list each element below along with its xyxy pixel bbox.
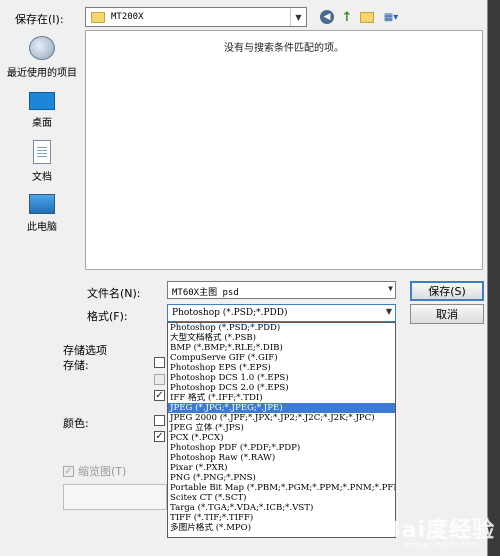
up-folder-button[interactable]: ↑ — [338, 9, 356, 25]
folder-icon — [91, 11, 105, 23]
thumbnail-label: 缩览图(T) — [78, 465, 127, 478]
format-option[interactable]: Photoshop (*.PSD;*.PDD) — [168, 323, 395, 333]
format-option[interactable]: JPEG (*.JPG;*.JPEG;*.JPE) — [168, 403, 395, 413]
desktop-icon — [29, 92, 55, 110]
place-label: 最近使用的项目 — [7, 68, 77, 79]
format-dropdown-list[interactable]: Photoshop (*.PSD;*.PDD) 大型文档格式 (*.PSB) BMP… — [167, 322, 396, 538]
format-option[interactable]: Targa (*.TGA;*.VDA;*.ICB;*.VST) — [168, 503, 395, 513]
format-option[interactable]: Photoshop EPS (*.EPS) — [168, 363, 395, 373]
format-value: Photoshop (*.PSD;*.PDD) — [172, 308, 288, 318]
chevron-down-icon[interactable]: ▼ — [386, 307, 392, 316]
format-option[interactable]: 大型文档格式 (*.PSB) — [168, 333, 395, 343]
place-desktop[interactable]: 桌面 — [2, 92, 82, 129]
places-bar: 最近使用的项目 桌面 文档 此电脑 — [2, 30, 82, 270]
view-menu-button[interactable]: ▦▾ — [378, 9, 404, 25]
place-this-pc[interactable]: 此电脑 — [2, 194, 82, 233]
format-option[interactable]: PNG (*.PNG;*.PNS) — [168, 473, 395, 483]
documents-icon — [33, 140, 51, 164]
format-option[interactable]: TIFF (*.TIF;*.TIFF) — [168, 513, 395, 523]
format-option[interactable]: Pixar (*.PXR) — [168, 463, 395, 473]
save-label: 存储: — [63, 359, 89, 372]
recent-items-icon — [29, 36, 55, 60]
file-list[interactable]: 没有与搜索条件匹配的项。 — [85, 30, 483, 270]
thumbnail-checkbox[interactable]: ✓ — [63, 465, 74, 477]
format-option[interactable]: Photoshop Raw (*.RAW) — [168, 453, 395, 463]
filename-input[interactable]: MT60X主图 psd ▼ — [167, 281, 396, 299]
watermark-url: jingyan.baidu.com — [404, 540, 478, 549]
chevron-down-icon[interactable]: ▼ — [388, 284, 393, 293]
save-in-label: 保存在(I): — [15, 13, 64, 26]
format-option[interactable]: JPEG 立体 (*.JPS) — [168, 423, 395, 433]
chevron-down-icon[interactable]: ▼ — [290, 8, 306, 26]
format-option[interactable]: Portable Bit Map (*.PBM;*.PGM;*.PPM;*.PN… — [168, 483, 395, 493]
place-label: 文档 — [32, 172, 52, 183]
save-option-checkbox[interactable] — [154, 357, 165, 368]
save-button[interactable]: 保存(S) — [410, 281, 484, 301]
filename-value: MT60X主图 psd — [172, 288, 239, 298]
place-documents[interactable]: 文档 — [2, 140, 82, 183]
format-option[interactable]: Scitex CT (*.SCT) — [168, 493, 395, 503]
format-option[interactable]: Photoshop PDF (*.PDF;*.PDP) — [168, 443, 395, 453]
thumbnail-option[interactable]: ✓ 缩览图(T) — [63, 463, 126, 479]
place-recent[interactable]: 最近使用的项目 — [2, 36, 82, 79]
save-option-checkbox[interactable]: ✓ — [154, 390, 165, 401]
format-option[interactable]: Photoshop DCS 2.0 (*.EPS) — [168, 383, 395, 393]
view-grid-icon: ▦▾ — [383, 11, 399, 23]
format-option[interactable]: JPEG 2000 (*.JPF;*.JPX;*.JP2;*.J2C;*.J2K… — [168, 413, 395, 423]
back-button[interactable]: ◀ — [318, 9, 336, 25]
filename-label: 文件名(N): — [87, 287, 141, 300]
empty-message: 没有与搜索条件匹配的项。 — [224, 43, 344, 54]
save-in-combo[interactable]: MT200X ▼ — [85, 7, 307, 27]
format-label: 格式(F): — [87, 310, 128, 323]
save-option-checkbox[interactable] — [154, 374, 165, 385]
cancel-button[interactable]: 取消 — [410, 304, 484, 324]
save-in-folder: MT200X — [111, 12, 144, 22]
place-label: 此电脑 — [27, 222, 57, 233]
options-panel-box — [63, 484, 167, 510]
format-select[interactable]: Photoshop (*.PSD;*.PDD) ▼ — [167, 304, 396, 322]
save-as-dialog: 保存在(I): MT200X ▼ ◀ ↑ ▦▾ 最近使用的项目 桌面 文档 此电… — [0, 0, 488, 556]
up-arrow-icon: ↑ — [341, 9, 353, 25]
format-option[interactable]: 多图片格式 (*.MPO) — [168, 523, 395, 533]
format-option[interactable]: PCX (*.PCX) — [168, 433, 395, 443]
format-option[interactable]: Photoshop DCS 1.0 (*.EPS) — [168, 373, 395, 383]
color-option-checkbox[interactable]: ✓ — [154, 431, 165, 442]
color-label: 颜色: — [63, 417, 89, 430]
this-pc-icon — [29, 194, 55, 214]
save-options-title: 存储选项 — [63, 344, 107, 357]
back-arrow-icon: ◀ — [320, 10, 334, 24]
new-folder-button[interactable] — [358, 9, 376, 25]
place-label: 桌面 — [32, 118, 52, 129]
color-option-checkbox[interactable] — [154, 415, 165, 426]
format-option[interactable]: BMP (*.BMP;*.RLE;*.DIB) — [168, 343, 395, 353]
new-folder-icon — [360, 11, 374, 23]
format-option[interactable]: CompuServe GIF (*.GIF) — [168, 353, 395, 363]
format-option[interactable]: IFF 格式 (*.IFF;*.TDI) — [168, 393, 395, 403]
